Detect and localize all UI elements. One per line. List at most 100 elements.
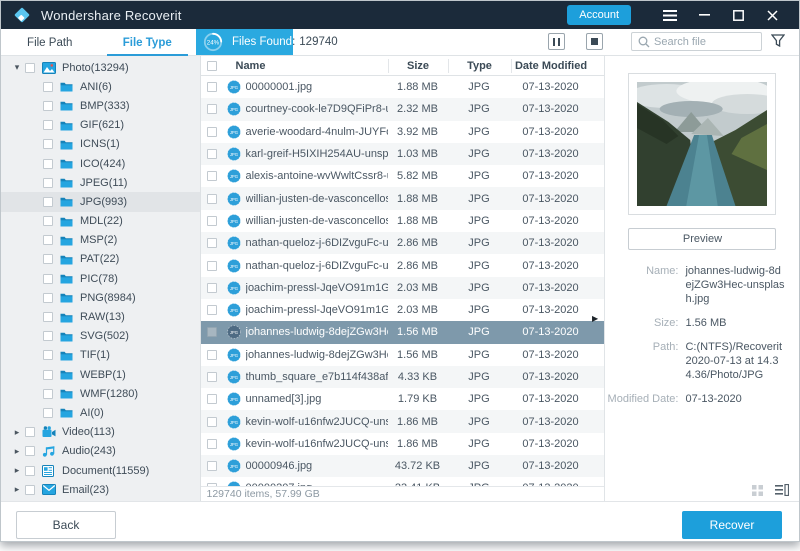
filter-icon[interactable]	[770, 34, 786, 50]
sidebar-item-msp-2[interactable]: MSP(2)	[1, 231, 200, 250]
preview-button[interactable]: Preview	[628, 228, 777, 250]
sidebar-item-audio-243[interactable]: ▸ Audio(243)	[1, 442, 200, 461]
table-row[interactable]: JPG alexis-antoine-wvWwltCssr8-unsplas..…	[201, 165, 605, 187]
checkbox[interactable]	[43, 331, 53, 342]
sidebar-item-png-8984[interactable]: PNG(8984)	[1, 288, 200, 307]
expander-icon[interactable]: ▸	[9, 484, 25, 495]
panel-expand-icon[interactable]: ▶	[592, 314, 598, 323]
checkbox[interactable]	[25, 446, 35, 457]
sidebar-item-bmp-333[interactable]: BMP(333)	[1, 96, 200, 115]
row-checkbox[interactable]	[206, 349, 217, 360]
table-row[interactable]: JPG karl-greif-H5IXIH254AU-unsplash.jpg …	[200, 142, 605, 166]
sidebar-item-jpg-993[interactable]: JPG(993)	[1, 192, 200, 212]
checkbox[interactable]	[43, 100, 53, 111]
table-row[interactable]: JPG nathan-queloz-j-6DIZvguFc-unsplash..…	[200, 232, 605, 255]
sidebar-item-ico-424[interactable]: ICO(424)	[1, 154, 200, 173]
stop-scan-button[interactable]	[586, 33, 603, 50]
expander-icon[interactable]: ▸	[9, 446, 25, 457]
row-checkbox[interactable]	[206, 238, 217, 249]
sidebar-item-video-113[interactable]: ▸ Video(113)	[1, 423, 200, 442]
checkbox[interactable]	[43, 139, 53, 150]
sidebar-item-tif-1[interactable]: TIF(1)	[1, 346, 200, 365]
checkbox[interactable]	[43, 407, 53, 418]
checkbox[interactable]	[25, 62, 35, 73]
checkbox[interactable]	[43, 235, 53, 246]
maximize-icon[interactable]	[725, 3, 751, 27]
checkbox[interactable]	[25, 484, 35, 495]
checkbox[interactable]	[43, 312, 53, 323]
column-date-modified[interactable]: Date Modified	[510, 58, 591, 73]
checkbox[interactable]	[43, 158, 53, 169]
row-checkbox[interactable]	[206, 461, 217, 472]
row-checkbox[interactable]	[206, 394, 217, 405]
checkbox[interactable]	[43, 273, 53, 284]
sidebar-item-document-11559[interactable]: ▸ Document(11559)	[1, 461, 200, 480]
sidebar-item-svg-502[interactable]: SVG(502)	[1, 327, 200, 346]
sidebar-item-ai-0[interactable]: AI(0)	[1, 403, 200, 422]
tab-file-type[interactable]: File Type	[99, 29, 197, 56]
checkbox[interactable]	[43, 350, 53, 361]
table-row[interactable]: JPG johannes-ludwig-8dejZGw3Hec-unsp... …	[201, 344, 605, 366]
table-row[interactable]: JPG kevin-wolf-u16nfw2JUCQ-unsplash.jpg …	[201, 433, 605, 455]
close-icon[interactable]	[759, 3, 785, 27]
row-checkbox[interactable]	[206, 305, 217, 316]
row-checkbox[interactable]	[206, 260, 217, 271]
select-all-checkbox[interactable]	[206, 60, 217, 71]
checkbox[interactable]	[43, 216, 53, 227]
checkbox[interactable]	[43, 292, 53, 303]
recover-button[interactable]: Recover	[682, 511, 782, 539]
row-checkbox[interactable]	[206, 438, 217, 449]
table-row[interactable]: JPG thumb_square_e7b114f438afdd40e0... 4…	[200, 365, 605, 389]
row-checkbox[interactable]	[206, 149, 217, 160]
sidebar-item-ani-6[interactable]: ANI(6)	[1, 77, 200, 96]
table-row[interactable]: JPG willian-justen-de-vasconcellos-6SGa.…	[200, 187, 605, 210]
checkbox[interactable]	[43, 254, 53, 265]
checkbox[interactable]	[43, 81, 53, 92]
table-row[interactable]: JPG courtney-cook-le7D9QFiPr8-unsplas...…	[200, 98, 605, 121]
table-row[interactable]: JPG willian-justen-de-vasconcellos-6SGa.…	[201, 210, 605, 232]
tab-file-path[interactable]: File Path	[1, 29, 99, 56]
row-checkbox[interactable]	[206, 126, 217, 137]
column-size[interactable]: Size	[387, 58, 448, 73]
pause-scan-button[interactable]	[548, 33, 565, 50]
expander-icon[interactable]: ▸	[9, 427, 25, 438]
table-row[interactable]: JPG unnamed[3].jpg 1.79 KB JPG 07-13-202…	[201, 388, 605, 410]
checkbox[interactable]	[43, 369, 53, 380]
row-checkbox[interactable]	[206, 327, 217, 338]
row-checkbox[interactable]	[206, 82, 217, 93]
sidebar-item-photo-13294[interactable]: ▾ Photo(13294)	[1, 58, 200, 77]
column-name[interactable]: Name	[236, 60, 266, 72]
row-checkbox[interactable]	[206, 416, 217, 427]
checkbox[interactable]	[25, 465, 35, 476]
column-type[interactable]: Type	[447, 58, 511, 73]
sidebar-item-pic-78[interactable]: PIC(78)	[1, 269, 200, 288]
expander-icon[interactable]: ▾	[9, 62, 25, 73]
row-checkbox[interactable]	[206, 372, 217, 382]
expander-icon[interactable]: ▸	[9, 465, 25, 476]
sidebar-item-pat-22[interactable]: PAT(22)	[1, 250, 200, 269]
search-input[interactable]	[654, 35, 761, 48]
checkbox[interactable]	[43, 120, 53, 131]
checkbox[interactable]	[43, 388, 53, 399]
checkbox[interactable]	[43, 196, 53, 207]
row-checkbox[interactable]	[206, 171, 217, 182]
sidebar-item-gif-621[interactable]: GIF(621)	[1, 116, 200, 135]
table-row[interactable]: JPG johannes-ludwig-8dejZGw3Hec-unsp... …	[200, 321, 605, 344]
table-row[interactable]: JPG kevin-wolf-u16nfw2JUCQ-unsplash.jpg …	[200, 410, 605, 433]
table-row[interactable]: JPG joachim-pressl-JqeVO91m1Go-unspl... …	[201, 299, 605, 321]
checkbox[interactable]	[43, 177, 53, 188]
table-row[interactable]: JPG 00000946.jpg 43.72 KB JPG 07-13-2020	[200, 455, 605, 478]
table-row[interactable]: JPG nathan-queloz-j-6DIZvguFc-unsplash..…	[201, 254, 605, 276]
checkbox[interactable]	[25, 427, 35, 438]
sidebar-item-jpeg-11[interactable]: JPEG(11)	[1, 173, 200, 192]
hamburger-menu-icon[interactable]	[657, 3, 683, 27]
sidebar-item-webp-1[interactable]: WEBP(1)	[1, 365, 200, 384]
sidebar-item-icns-1[interactable]: ICNS(1)	[1, 135, 200, 154]
preview-thumbnail[interactable]	[628, 73, 777, 215]
sidebar-item-email-23[interactable]: ▸ Email(23)	[1, 480, 200, 499]
sidebar-item-raw-13[interactable]: RAW(13)	[1, 307, 200, 326]
row-checkbox[interactable]	[206, 193, 217, 204]
sidebar-item-mdl-22[interactable]: MDL(22)	[1, 212, 200, 231]
grid-view-icon[interactable]	[752, 484, 763, 499]
minimize-icon[interactable]	[691, 3, 717, 27]
